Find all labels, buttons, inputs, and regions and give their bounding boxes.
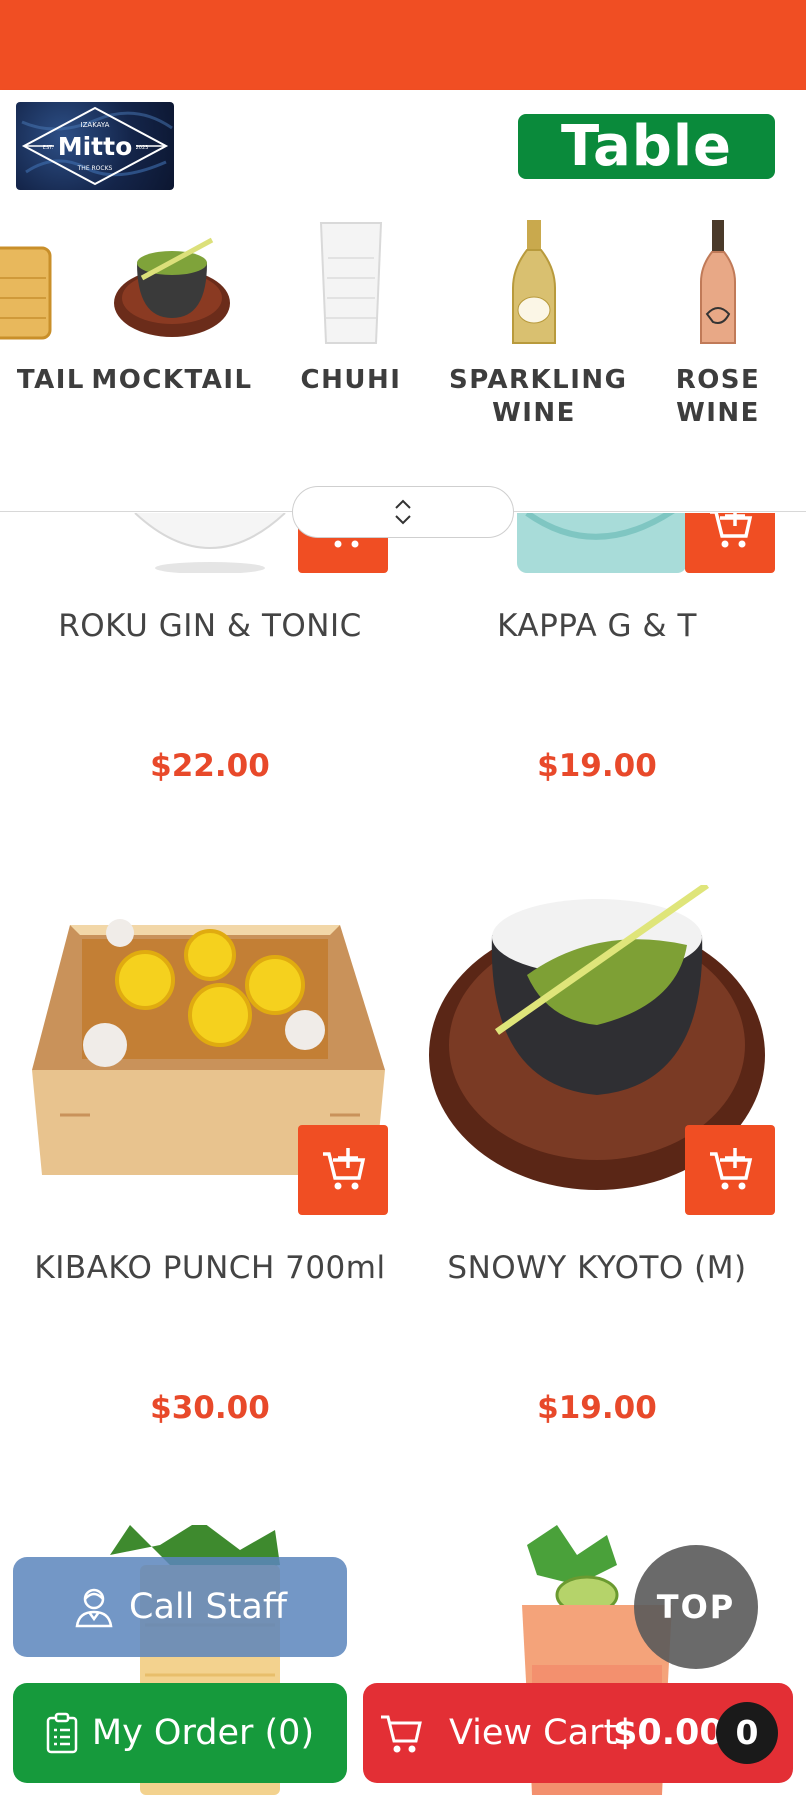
product-price: $19.00 [537, 748, 657, 784]
chevron-up-down-icon [395, 499, 411, 525]
matcha-bowl-image [107, 218, 237, 348]
view-cart-button[interactable]: View Cart $0.00 0 [363, 1683, 793, 1783]
cart-count-badge: 0 [716, 1702, 778, 1764]
add-to-cart-button[interactable] [685, 513, 775, 573]
champagne-bottle-image [469, 218, 599, 348]
product-price: $19.00 [537, 1390, 657, 1426]
add-to-cart-button[interactable] [685, 1125, 775, 1215]
category-label: SPARKLING WINE [449, 365, 628, 428]
cart-total: $0.00 [613, 1713, 724, 1753]
scroll-to-top-button[interactable]: TOP [634, 1545, 758, 1669]
table-number-badge: Table 55 [518, 114, 775, 244]
product-name: KIBAKO PUNCH 700ml [34, 1250, 386, 1286]
call-staff-label: Call Staff [129, 1587, 287, 1627]
product-image [30, 885, 390, 1215]
add-to-cart-button[interactable] [298, 1125, 388, 1215]
product-price: $22.00 [150, 748, 270, 784]
category-rose-wine[interactable]: ROSE WINE [633, 218, 803, 430]
product-image [417, 882, 777, 1215]
logo-bottom-text: THE ROCKS [77, 165, 113, 172]
call-staff-button[interactable]: Call Staff [13, 1557, 347, 1657]
product-card[interactable]: ROKU GIN & TONIC $22.00 [30, 513, 390, 843]
collapse-toggle-button[interactable] [292, 486, 514, 538]
highball-glass-image [286, 218, 416, 348]
category-cocktail[interactable]: TAIL [0, 218, 85, 397]
category-mocktail[interactable]: MOCKTAIL [87, 218, 257, 397]
add-cart-icon [710, 513, 753, 548]
my-order-label: My Order (0) [91, 1713, 315, 1753]
add-cart-icon [323, 1148, 366, 1190]
category-label: MOCKTAIL [91, 365, 253, 395]
logo-top-text: IZAKAYA [81, 121, 110, 129]
product-card[interactable]: KIBAKO PUNCH 700ml $30.00 [30, 885, 390, 1445]
clipboard-icon [46, 1712, 78, 1754]
top-status-bar [0, 0, 806, 90]
category-chuhi[interactable]: CHUHI [266, 218, 436, 397]
staff-person-icon [75, 1588, 113, 1628]
category-label: ROSE WINE [675, 365, 761, 428]
cocktail-glass-image [0, 218, 65, 348]
product-name: KAPPA G & T [497, 608, 697, 644]
product-name: SNOWY KYOTO (M) [447, 1250, 747, 1286]
category-sparkling-wine[interactable]: SPARKLING WINE [449, 218, 628, 430]
category-carousel[interactable]: TAIL MOCKTAIL CHUHI SPARKLING WINE ROSE … [0, 200, 806, 512]
rose-wine-bottle-image [653, 218, 783, 348]
logo-wordmark: Mitto [57, 132, 133, 161]
add-cart-icon [710, 1148, 753, 1190]
product-price: $30.00 [150, 1390, 270, 1426]
category-label: CHUHI [300, 365, 402, 395]
my-order-button[interactable]: My Order (0) [13, 1683, 347, 1783]
product-card[interactable]: SNOWY KYOTO (M) $19.00 [417, 882, 777, 1445]
view-cart-label: View Cart [449, 1713, 618, 1753]
product-card[interactable]: KAPPA G & T $19.00 [417, 513, 777, 843]
product-name: ROKU GIN & TONIC [58, 608, 362, 644]
header: IZAKAYA THE ROCKS EST. 2023 Mitto Table … [0, 90, 806, 244]
shopping-cart-icon [381, 1715, 422, 1753]
category-label: TAIL [16, 365, 85, 395]
restaurant-logo[interactable]: IZAKAYA THE ROCKS EST. 2023 Mitto [16, 102, 174, 190]
